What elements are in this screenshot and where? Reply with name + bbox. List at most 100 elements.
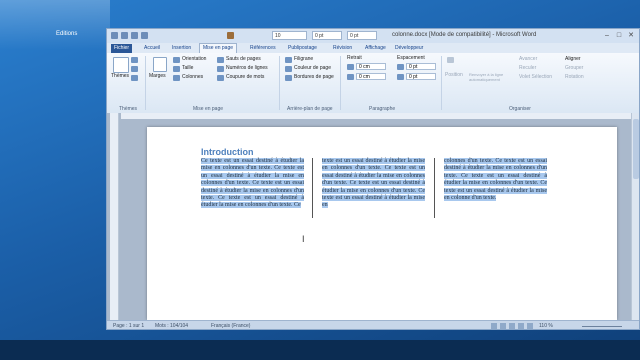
vertical-scrollbar[interactable] <box>631 113 639 320</box>
redo-icon[interactable] <box>141 32 148 39</box>
selected-text[interactable]: texte est un essai destiné à étudier la … <box>322 158 425 209</box>
hyphenation-icon[interactable] <box>217 75 224 81</box>
zoom-slider[interactable] <box>582 326 622 327</box>
selected-text[interactable]: Ce texte est un essai destiné à étudier … <box>201 158 304 209</box>
ribbon-tabs: Fichier Accueil Insertion Mise en page R… <box>107 43 639 53</box>
language-indicator[interactable]: Français (France) <box>211 323 250 329</box>
maximize-icon[interactable]: □ <box>613 31 625 40</box>
spacing-after-icon <box>397 74 404 80</box>
indent-left-field[interactable]: 0 cm <box>356 63 386 70</box>
ribbon: Thèmes Thèmes Marges Orientation Taille … <box>107 53 639 114</box>
document-page[interactable]: Introduction Ce texte est un essai desti… <box>147 127 617 320</box>
orientation-icon[interactable] <box>173 57 180 63</box>
tab-review[interactable]: Révision <box>330 44 355 53</box>
word-count[interactable]: Mots : 104/104 <box>155 323 188 329</box>
scrollbar-thumb[interactable] <box>633 119 639 179</box>
rotate-button[interactable]: Rotation <box>565 74 584 80</box>
draft-icon[interactable] <box>527 323 533 329</box>
page-count[interactable]: Page : 1 sur 1 <box>113 323 144 329</box>
watermark-icon[interactable] <box>285 57 292 63</box>
columns-button[interactable]: Colonnes <box>182 74 203 80</box>
columns-icon[interactable] <box>173 75 180 81</box>
tab-references[interactable]: Références <box>247 44 279 53</box>
full-screen-icon[interactable] <box>500 323 506 329</box>
position-button[interactable]: Position <box>445 72 463 78</box>
spacing-after-quick-field[interactable]: 0 pt <box>347 31 377 40</box>
arrange-group-label: Organiser <box>509 106 531 112</box>
page-setup-group-label: Mise en page <box>193 106 224 112</box>
tab-view[interactable]: Affichage <box>362 44 389 53</box>
spacing-after-field[interactable]: 0 pt <box>406 73 436 80</box>
text-column-1[interactable]: Ce texte est un essai destiné à étudier … <box>201 158 304 210</box>
page-color-button[interactable]: Couleur de page <box>294 65 331 71</box>
desktop-glow <box>0 0 110 50</box>
spacing-before-icon <box>397 64 404 70</box>
size-icon[interactable] <box>173 66 180 72</box>
margins-icon[interactable] <box>153 57 167 72</box>
minimize-icon[interactable]: – <box>601 31 613 40</box>
font-size-field[interactable]: 10 <box>272 31 307 40</box>
hyphenation-button[interactable]: Coupure de mots <box>226 74 264 80</box>
page-background-group-label: Arrière-plan de page <box>287 106 333 112</box>
line-numbers-button[interactable]: Numéros de lignes <box>226 65 268 71</box>
line-numbers-icon[interactable] <box>217 66 224 72</box>
window-title: colonne.docx [Mode de compatibilité] - M… <box>392 32 537 38</box>
print-layout-icon[interactable] <box>491 323 497 329</box>
word-window: 10 0 pt 0 pt colonne.docx [Mode de compa… <box>106 28 640 330</box>
desktop-icon-label[interactable]: Editions <box>56 31 77 37</box>
colors-icon[interactable] <box>131 57 138 63</box>
group-button[interactable]: Grouper <box>565 65 583 71</box>
indent-label: Retrait <box>347 55 362 61</box>
text-column-2[interactable]: texte est un essai destiné à étudier la … <box>322 158 425 210</box>
document-workspace: Introduction Ce texte est un essai desti… <box>107 113 639 320</box>
text-column-3[interactable]: colonnes d'un texte. Ce texte est un ess… <box>444 158 547 202</box>
undo-icon[interactable] <box>131 32 138 39</box>
themes-button[interactable]: Thèmes <box>111 73 129 79</box>
selected-text[interactable]: colonnes d'un texte. Ce texte est un ess… <box>444 158 547 202</box>
horizontal-ruler[interactable] <box>121 113 631 119</box>
align-button[interactable]: Aligner <box>565 56 581 62</box>
effects-icon[interactable] <box>131 75 138 81</box>
page-borders-icon[interactable] <box>285 75 292 81</box>
divider <box>145 56 146 110</box>
themes-icon[interactable] <box>113 57 129 73</box>
margins-button[interactable]: Marges <box>149 73 166 79</box>
web-layout-icon[interactable] <box>509 323 515 329</box>
tab-page-layout[interactable]: Mise en page <box>199 43 238 53</box>
tab-home[interactable]: Accueil <box>141 44 163 53</box>
spacing-before-quick-field[interactable]: 0 pt <box>312 31 342 40</box>
outline-icon[interactable] <box>518 323 524 329</box>
position-icon[interactable] <box>447 57 454 63</box>
fonts-icon[interactable] <box>131 66 138 72</box>
save-icon[interactable] <box>121 32 128 39</box>
divider <box>340 56 341 110</box>
page-color-icon[interactable] <box>285 66 292 72</box>
word-logo-icon[interactable] <box>111 32 118 39</box>
close-icon[interactable]: ✕ <box>625 31 637 40</box>
send-backward-button[interactable]: Reculer <box>519 65 536 71</box>
paste-icon[interactable] <box>227 32 234 39</box>
bring-forward-button[interactable]: Avancer <box>519 56 537 62</box>
zoom-level[interactable]: 110 % <box>539 323 553 329</box>
selection-pane-button[interactable]: Volet Sélection <box>519 74 552 80</box>
column-separator <box>434 158 435 218</box>
spacing-label: Espacement <box>397 55 425 61</box>
tab-insert[interactable]: Insertion <box>169 44 194 53</box>
indent-right-field[interactable]: 0 cm <box>356 73 386 80</box>
tab-file[interactable]: Fichier <box>111 44 133 53</box>
breaks-icon[interactable] <box>217 57 224 63</box>
status-bar: Page : 1 sur 1 Mots : 104/104 Français (… <box>107 320 639 329</box>
tab-mailings[interactable]: Publipostage <box>285 44 320 53</box>
orientation-button[interactable]: Orientation <box>182 56 206 62</box>
tab-developer[interactable]: Développeur <box>392 44 426 53</box>
vertical-ruler[interactable] <box>110 113 119 320</box>
page-borders-button[interactable]: Bordures de page <box>294 74 334 80</box>
breaks-button[interactable]: Sauts de pages <box>226 56 261 62</box>
taskbar[interactable] <box>0 340 640 360</box>
spacing-before-field[interactable]: 0 pt <box>406 63 436 70</box>
watermark-button[interactable]: Filigrane <box>294 56 313 62</box>
size-button[interactable]: Taille <box>182 65 193 71</box>
themes-group-label: Thèmes <box>119 106 138 112</box>
heading-introduction[interactable]: Introduction <box>201 147 254 157</box>
wrap-text-button[interactable]: Renvoyer à la ligne automatiquement <box>469 72 509 82</box>
